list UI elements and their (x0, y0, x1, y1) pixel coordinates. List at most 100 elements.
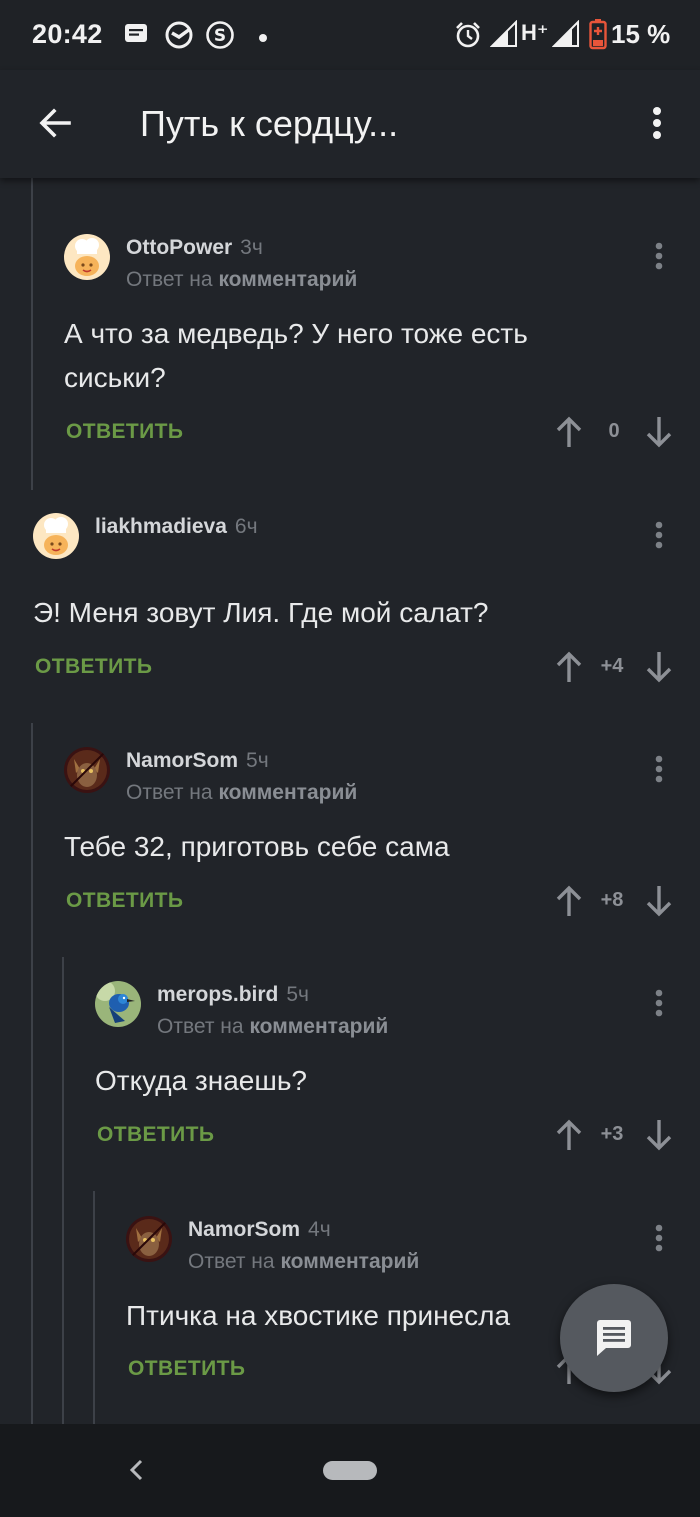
vote-control: +8 (554, 881, 674, 921)
more-vertical-icon (655, 989, 663, 1017)
reply-target-link[interactable]: комментарий (218, 781, 357, 804)
comment-text-line: Э! Меня зовут Лия. Где мой салат? (33, 597, 489, 628)
comment-time: 5ч (246, 749, 269, 772)
comment-menu-button[interactable] (647, 983, 671, 1023)
arrow-down-icon (646, 652, 672, 683)
sber-icon (164, 20, 194, 55)
reply-prefix: Ответ на (126, 268, 213, 291)
reply-to: Ответ на комментарий (188, 1250, 419, 1274)
comment-username[interactable]: OttoPower (126, 236, 232, 259)
reply-target-link[interactable]: комментарий (249, 1015, 388, 1038)
comment-text-line: сиськи? (64, 362, 166, 393)
cat-avatar[interactable] (126, 1216, 172, 1262)
reply-to: Ответ на комментарий (126, 781, 357, 805)
arrow-up-icon (556, 1119, 582, 1150)
reply-button[interactable]: ОТВЕТИТЬ (97, 1123, 214, 1147)
dollar-icon: S (205, 20, 235, 55)
status-time: 20:42 (32, 19, 103, 49)
comment-username[interactable]: NamorSom (126, 749, 238, 772)
battery-icon (589, 18, 607, 55)
vote-count: 0 (608, 420, 620, 442)
comment-username[interactable]: liakhmadieva (95, 515, 227, 538)
comment-text: Э! Меня зовут Лия. Где мой салат? (33, 591, 488, 635)
vote-count: +4 (600, 655, 624, 677)
chef-avatar[interactable] (64, 234, 110, 280)
more-vertical-icon (655, 1224, 663, 1252)
thread-line (93, 1191, 95, 1424)
reply-to: Ответ на комментарий (126, 268, 357, 292)
bird-avatar[interactable] (95, 981, 141, 1027)
system-nav-bar (0, 1424, 700, 1517)
comment-username[interactable]: NamorSom (188, 1218, 300, 1241)
comment-text-line: А что за медведь? У него тоже есть (64, 318, 528, 349)
reply-to: Ответ на комментарий (157, 1015, 388, 1039)
more-vertical-icon (655, 755, 663, 783)
upvote-button[interactable] (554, 1115, 584, 1155)
more-menu-button[interactable] (634, 94, 680, 152)
arrow-up-icon (556, 651, 582, 682)
thread-line (62, 957, 64, 1424)
comment-menu-button[interactable] (647, 749, 671, 789)
reply-button[interactable]: ОТВЕТИТЬ (66, 889, 183, 913)
downvote-button[interactable] (644, 412, 674, 452)
battery-percent: 15 % (611, 19, 671, 49)
arrow-up-icon (556, 885, 582, 916)
arrow-down-icon (646, 886, 672, 917)
vote-control: +4 (554, 647, 674, 687)
downvote-button[interactable] (644, 647, 674, 687)
message-icon (122, 20, 150, 53)
more-vertical-icon (655, 521, 663, 549)
home-pill[interactable] (323, 1461, 377, 1480)
cat-avatar[interactable] (64, 747, 110, 793)
comment-text-line: Тебе 32, приготовь себе сама (64, 831, 450, 862)
signal-icon (551, 19, 580, 53)
comment-icon (597, 1320, 631, 1356)
comment-text: Птичка на хвостике принесла (126, 1294, 510, 1338)
reply-button[interactable]: ОТВЕТИТЬ (66, 420, 183, 444)
chef-avatar[interactable] (33, 513, 79, 559)
upvote-button[interactable] (554, 647, 584, 687)
arrow-left-icon (39, 108, 71, 138)
comment-time: 6ч (234, 515, 258, 538)
downvote-button[interactable] (644, 881, 674, 921)
reply-target-link[interactable]: комментарий (218, 268, 357, 291)
vote-count: +3 (600, 1123, 624, 1145)
arrow-down-icon (646, 1120, 672, 1151)
dot-icon (258, 30, 268, 48)
vote-control: +3 (554, 1115, 674, 1155)
comment-text: Тебе 32, приготовь себе сама (64, 825, 450, 869)
nav-back-button[interactable] (118, 1450, 154, 1490)
chevron-left-icon (129, 1459, 143, 1481)
comment-menu-button[interactable] (647, 236, 671, 276)
back-button[interactable] (26, 94, 84, 152)
reply-button[interactable]: ОТВЕТИТЬ (35, 655, 152, 679)
comment-time: 3ч (240, 236, 263, 259)
reply-prefix: Ответ на (188, 1250, 275, 1273)
comment-header: NamorSom 5ч (126, 749, 269, 773)
app-bar: Путь к сердцу... (0, 70, 700, 178)
comment-menu-button[interactable] (647, 1218, 671, 1258)
network-type: H⁺ (521, 20, 549, 45)
comment-text-line: Откуда знаешь? (95, 1065, 307, 1096)
reply-button[interactable]: ОТВЕТИТЬ (128, 1357, 245, 1381)
comment-time: 4ч (308, 1218, 331, 1241)
reply-target-link[interactable]: комментарий (280, 1250, 419, 1273)
comment-text: А что за медведь? У него тоже есть сиськ… (64, 312, 528, 400)
reply-prefix: Ответ на (157, 1015, 244, 1038)
upvote-button[interactable] (554, 881, 584, 921)
downvote-button[interactable] (644, 1115, 674, 1155)
comment-time: 5ч (286, 983, 309, 1006)
add-comment-button[interactable] (560, 1284, 668, 1392)
comment-header: OttoPower 3ч (126, 236, 263, 260)
vote-control: 0 (554, 412, 674, 452)
comment-text-line: Птичка на хвостике принесла (126, 1300, 511, 1331)
reply-prefix: Ответ на (126, 781, 213, 804)
comment-menu-button[interactable] (647, 515, 671, 555)
comment-username[interactable]: merops.bird (157, 983, 278, 1006)
alarm-icon (453, 20, 483, 55)
thread-line (31, 178, 33, 490)
upvote-button[interactable] (554, 412, 584, 452)
svg-text:S: S (214, 26, 226, 46)
comment-text: Откуда знаешь? (95, 1059, 307, 1103)
more-vertical-icon (653, 107, 661, 139)
